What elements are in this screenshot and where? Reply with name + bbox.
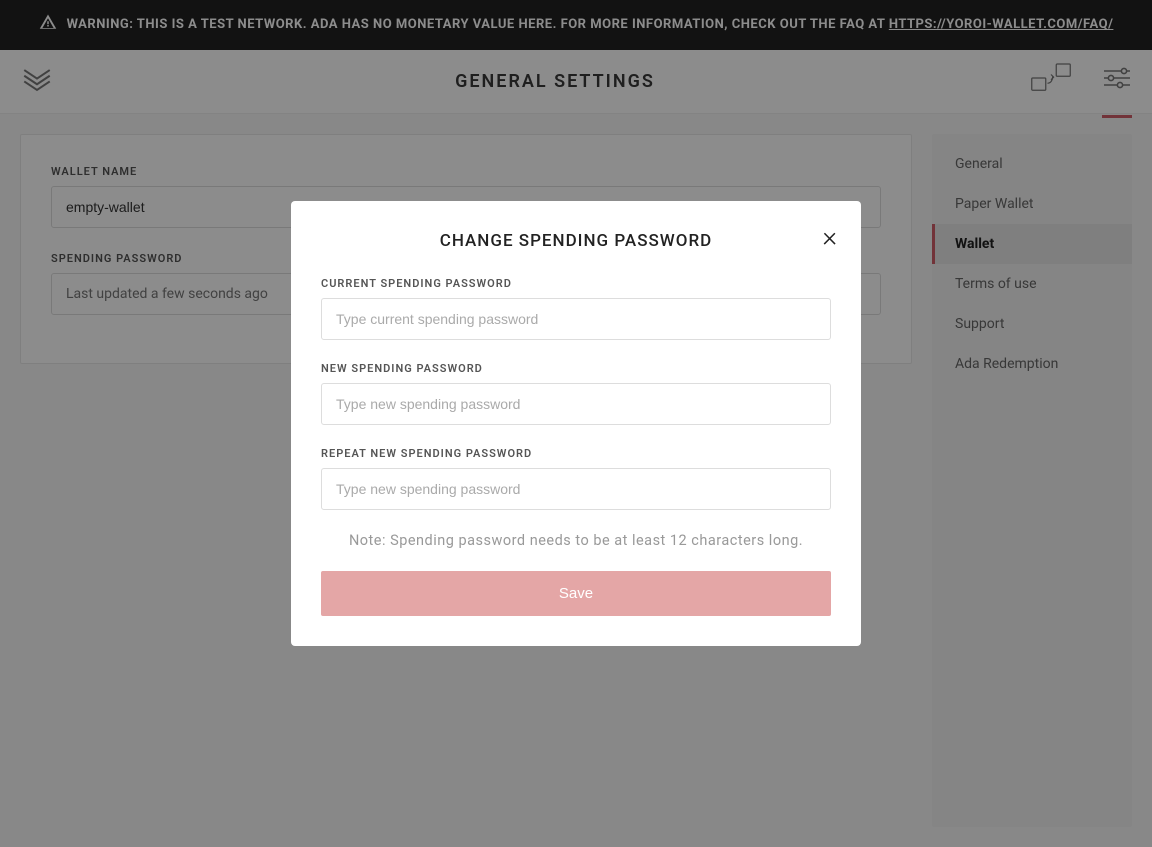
repeat-password-input[interactable] xyxy=(321,468,831,510)
current-password-label: CURRENT SPENDING PASSWORD xyxy=(321,277,831,290)
change-spending-password-modal: CHANGE SPENDING PASSWORD × CURRENT SPEND… xyxy=(291,201,861,646)
new-password-label: NEW SPENDING PASSWORD xyxy=(321,362,831,375)
current-password-input[interactable] xyxy=(321,298,831,340)
modal-title: CHANGE SPENDING PASSWORD xyxy=(321,231,831,251)
repeat-password-label: REPEAT NEW SPENDING PASSWORD xyxy=(321,447,831,460)
new-password-group: NEW SPENDING PASSWORD xyxy=(321,362,831,425)
new-password-input[interactable] xyxy=(321,383,831,425)
save-button[interactable]: Save xyxy=(321,571,831,616)
modal-overlay[interactable]: CHANGE SPENDING PASSWORD × CURRENT SPEND… xyxy=(0,0,1152,847)
close-icon[interactable]: × xyxy=(822,223,837,251)
password-note: Note: Spending password needs to be at l… xyxy=(321,532,831,549)
repeat-password-group: REPEAT NEW SPENDING PASSWORD xyxy=(321,447,831,510)
current-password-group: CURRENT SPENDING PASSWORD xyxy=(321,277,831,340)
